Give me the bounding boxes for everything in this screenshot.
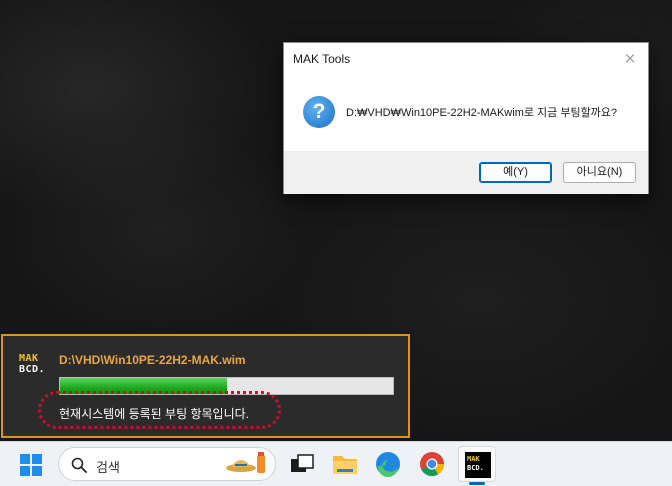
logo-line-bcd: BCD.: [19, 364, 46, 375]
dialog-message: D:₩VHD₩Win10PE-22H2-MAKwim로 지금 부팅할까요?: [346, 107, 618, 119]
mak-bcd-taskbar-logo: MAK BCD.: [465, 452, 491, 478]
mak-tb-line2: BCD.: [467, 464, 484, 472]
mak-tools-dialog: MAK Tools × ? D:₩VHD₩Win10PE-22H2-MAKwim…: [283, 42, 649, 194]
dialog-title: MAK Tools: [293, 52, 351, 66]
logo-line-mak: MAK: [19, 353, 39, 364]
progress-panel: MAK BCD. D:\VHD\Win10PE-22H2-MAK.wim 현재시…: [1, 334, 410, 438]
no-button[interactable]: 아니요(N): [563, 162, 636, 183]
file-explorer-icon[interactable]: [331, 450, 359, 478]
taskbar: 검색 MAK BCD.: [0, 441, 672, 486]
file-path: D:\VHD\Win10PE-22H2-MAK.wim: [59, 353, 246, 367]
mak-tb-line1: MAK: [467, 455, 480, 463]
dialog-body: ? D:₩VHD₩Win10PE-22H2-MAKwim로 지금 부팅할까요?: [284, 73, 648, 151]
search-placeholder: 검색: [96, 460, 120, 475]
search-box[interactable]: 검색: [58, 447, 276, 481]
close-icon[interactable]: ×: [622, 50, 638, 66]
edge-icon[interactable]: [374, 450, 402, 478]
highlight-annotation: [38, 391, 281, 429]
active-app-indicator: [469, 482, 485, 485]
mak-bcd-icon[interactable]: MAK BCD.: [458, 446, 496, 482]
windows-start-icon[interactable]: [20, 454, 42, 476]
search-icon: [71, 457, 87, 473]
mak-bcd-logo: MAK BCD.: [19, 353, 49, 379]
search-highlight-icon: [226, 452, 265, 473]
yes-button[interactable]: 예(Y): [479, 162, 552, 183]
task-view-icon[interactable]: [288, 450, 316, 478]
dialog-footer: 예(Y) 아니요(N): [284, 151, 648, 194]
question-icon: ?: [303, 96, 335, 128]
chrome-icon[interactable]: [418, 450, 446, 478]
